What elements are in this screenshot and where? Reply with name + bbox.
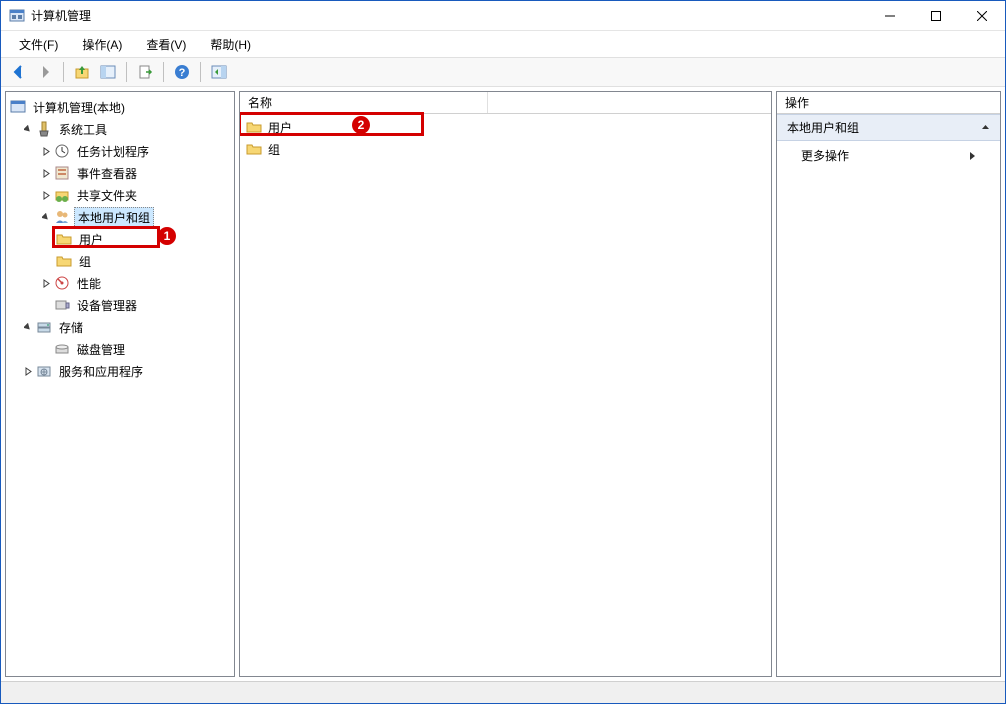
tree-item-device-manager[interactable]: 设备管理器 xyxy=(8,294,232,316)
menu-file[interactable]: 文件(F) xyxy=(9,33,68,56)
list-label: 组 xyxy=(268,141,280,158)
toolbar-separator xyxy=(200,62,201,82)
computer-management-icon xyxy=(10,99,26,115)
tree-expand-icon[interactable] xyxy=(38,143,54,159)
services-apps-icon xyxy=(36,363,52,379)
minimize-button[interactable] xyxy=(867,1,913,31)
tree-label: 设备管理器 xyxy=(74,296,140,315)
tree-expand-icon[interactable] xyxy=(38,187,54,203)
tree-label: 任务计划程序 xyxy=(74,142,152,161)
tree-label: 系统工具 xyxy=(56,120,110,139)
shared-folders-icon xyxy=(54,187,70,203)
actions-pane: 操作 本地用户和组 更多操作 xyxy=(776,91,1001,677)
tree-item-performance[interactable]: 性能 xyxy=(8,272,232,294)
tree-label: 计算机管理(本地) xyxy=(30,98,128,117)
export-list-button[interactable] xyxy=(133,60,157,84)
actions-item-label: 更多操作 xyxy=(801,147,849,164)
toolbar-separator xyxy=(126,62,127,82)
up-level-button[interactable] xyxy=(70,60,94,84)
tree-item-task-scheduler[interactable]: 任务计划程序 xyxy=(8,140,232,162)
close-button[interactable] xyxy=(959,1,1005,31)
tree-label: 性能 xyxy=(74,274,104,293)
tree-item-shared-folders[interactable]: 共享文件夹 xyxy=(8,184,232,206)
list-label: 用户 xyxy=(268,119,292,136)
list-pane: 名称 用户 组 2 xyxy=(239,91,772,677)
tree-item-system-tools[interactable]: 系统工具 xyxy=(8,118,232,140)
tree-label: 磁盘管理 xyxy=(74,340,128,359)
tree-expand-icon[interactable] xyxy=(38,165,54,181)
device-manager-icon xyxy=(54,297,70,313)
forward-button[interactable] xyxy=(33,60,57,84)
tree-label: 组 xyxy=(76,252,94,271)
menu-view[interactable]: 查看(V) xyxy=(136,33,196,56)
actions-section[interactable]: 本地用户和组 xyxy=(777,114,1000,141)
tree-item-event-viewer[interactable]: 事件查看器 xyxy=(8,162,232,184)
list-item-groups[interactable]: 组 xyxy=(240,138,771,160)
tree-item-root[interactable]: 计算机管理(本地) xyxy=(8,96,232,118)
list-header: 名称 xyxy=(240,92,771,114)
users-groups-icon xyxy=(54,209,70,225)
help-button[interactable]: ? xyxy=(170,60,194,84)
folder-icon xyxy=(246,119,262,135)
statusbar xyxy=(1,681,1005,703)
toolbar-separator xyxy=(163,62,164,82)
menubar: 文件(F) 操作(A) 查看(V) 帮助(H) xyxy=(1,31,1005,57)
show-hide-tree-button[interactable] xyxy=(96,60,120,84)
tree-item-local-users-groups[interactable]: 本地用户和组 xyxy=(8,206,232,228)
svg-text:?: ? xyxy=(179,67,186,79)
system-tools-icon xyxy=(36,121,52,137)
tree-expand-icon[interactable] xyxy=(38,275,54,291)
column-header-name[interactable]: 名称 xyxy=(240,92,488,113)
tree-item-groups[interactable]: 组 xyxy=(8,250,232,272)
tree-item-users[interactable]: 用户 xyxy=(8,228,232,250)
actions-item-more[interactable]: 更多操作 xyxy=(777,141,1000,170)
window-title: 计算机管理 xyxy=(31,7,91,24)
performance-icon xyxy=(54,275,70,291)
tree-label: 存储 xyxy=(56,318,86,337)
menu-help[interactable]: 帮助(H) xyxy=(200,33,261,56)
back-button[interactable] xyxy=(7,60,31,84)
event-viewer-icon xyxy=(54,165,70,181)
tree-label: 服务和应用程序 xyxy=(56,362,146,381)
folder-icon xyxy=(56,231,72,247)
tree-item-services-apps[interactable]: 服务和应用程序 xyxy=(8,360,232,382)
disk-management-icon xyxy=(54,341,70,357)
tree-collapse-icon[interactable] xyxy=(20,319,36,335)
actions-pane-header: 操作 xyxy=(777,92,1000,114)
show-hide-action-pane-button[interactable] xyxy=(207,60,231,84)
tree-item-storage[interactable]: 存储 xyxy=(8,316,232,338)
tree-label: 共享文件夹 xyxy=(74,186,140,205)
list-item-users[interactable]: 用户 xyxy=(240,116,771,138)
tree-label: 本地用户和组 xyxy=(74,207,154,228)
clock-icon xyxy=(54,143,70,159)
annotation-badge-1: 1 xyxy=(158,227,176,245)
menu-action[interactable]: 操作(A) xyxy=(72,33,132,56)
actions-section-label: 本地用户和组 xyxy=(787,119,859,136)
tree-collapse-icon[interactable] xyxy=(38,209,54,225)
folder-icon xyxy=(56,253,72,269)
titlebar: 计算机管理 xyxy=(1,1,1005,31)
storage-icon xyxy=(36,319,52,335)
annotation-badge-2: 2 xyxy=(352,116,370,134)
maximize-button[interactable] xyxy=(913,1,959,31)
app-icon xyxy=(9,8,25,24)
tree-label: 事件查看器 xyxy=(74,164,140,183)
toolbar: ? xyxy=(1,57,1005,87)
tree-item-disk-management[interactable]: 磁盘管理 xyxy=(8,338,232,360)
collapse-icon xyxy=(981,123,990,132)
tree-collapse-icon[interactable] xyxy=(20,121,36,137)
submenu-arrow-icon xyxy=(969,151,976,161)
tree-expand-icon[interactable] xyxy=(20,363,36,379)
tree-pane: 计算机管理(本地) 系统工具 xyxy=(5,91,235,677)
folder-icon xyxy=(246,141,262,157)
tree-label: 用户 xyxy=(76,230,106,249)
toolbar-separator xyxy=(63,62,64,82)
